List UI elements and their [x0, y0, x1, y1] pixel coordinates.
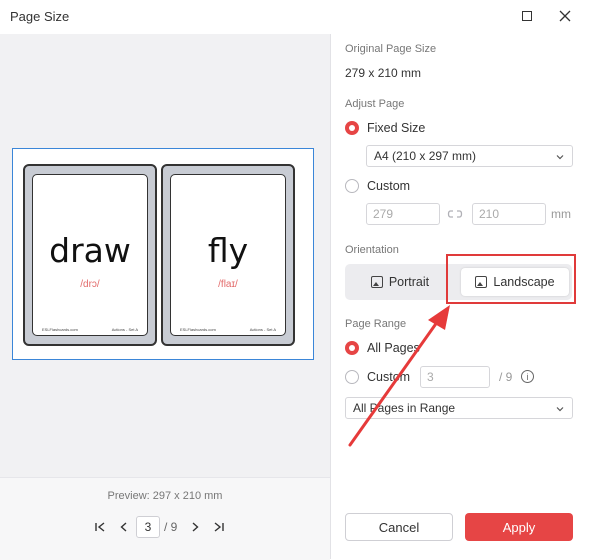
- custom-width-input[interactable]: 279: [366, 203, 440, 225]
- adjust-page-label: Adjust Page: [345, 98, 405, 110]
- first-page-icon: [95, 522, 105, 532]
- x-icon: [559, 10, 571, 22]
- flashcard-face: fly /flaɪ/ ESLFlashcards.com Actions - S…: [170, 174, 286, 336]
- flashcard-word: draw: [49, 231, 131, 270]
- apply-button[interactable]: Apply: [465, 513, 573, 541]
- flashcard-ipa: /flaɪ/: [218, 279, 238, 290]
- chevron-left-icon: [120, 522, 127, 532]
- last-page-button[interactable]: [207, 516, 231, 538]
- original-size-value: 279 x 210 mm: [345, 66, 422, 80]
- info-icon[interactable]: i: [521, 370, 534, 383]
- image-icon: [370, 276, 383, 288]
- portrait-label: Portrait: [388, 275, 430, 289]
- custom-range-input[interactable]: 3: [420, 366, 490, 388]
- page-subset-select[interactable]: All Pages in Range: [345, 397, 573, 419]
- all-pages-radio[interactable]: [345, 341, 359, 355]
- title-bar: Page Size: [0, 0, 589, 34]
- first-page-button[interactable]: [88, 516, 112, 538]
- flashcard: fly /flaɪ/ ESLFlashcards.com Actions - S…: [161, 164, 295, 346]
- custom-height-input[interactable]: 210: [472, 203, 546, 225]
- preview-size-label: Preview: 297 x 210 mm: [107, 490, 223, 502]
- custom-size-label[interactable]: Custom: [367, 179, 410, 193]
- fixed-size-radio[interactable]: [345, 121, 359, 135]
- page-range-label: Page Range: [345, 318, 407, 330]
- last-page-icon: [214, 522, 225, 532]
- unit-label: mm: [551, 207, 571, 221]
- page-preview: draw /drɔ/ ESLFlashcards.com Actions - S…: [12, 148, 314, 360]
- annotation-highlight-box: [446, 254, 576, 304]
- window-title: Page Size: [10, 9, 70, 24]
- fixed-size-select[interactable]: A4 (210 x 297 mm): [366, 145, 573, 167]
- fixed-size-label[interactable]: Fixed Size: [367, 121, 425, 135]
- chevron-down-icon: [556, 155, 564, 160]
- flashcard: draw /drɔ/ ESLFlashcards.com Actions - S…: [23, 164, 157, 346]
- prev-page-button[interactable]: [112, 516, 136, 538]
- chevron-right-icon: [192, 522, 199, 532]
- flashcard-footer-right: Actions - Set A: [111, 327, 138, 332]
- square-icon: [522, 11, 532, 21]
- flashcard-footer-right: Actions - Set A: [249, 327, 276, 332]
- flashcard-footer-left: ESLFlashcards.com: [180, 327, 216, 332]
- custom-range-radio[interactable]: [345, 370, 359, 384]
- original-size-label: Original Page Size: [345, 43, 437, 55]
- orientation-label: Orientation: [345, 244, 399, 256]
- all-pages-label[interactable]: All Pages: [367, 341, 420, 355]
- flashcard-ipa: /drɔ/: [80, 279, 100, 290]
- page-total: / 9: [164, 520, 178, 534]
- close-button[interactable]: [552, 4, 578, 28]
- custom-range-total: / 9: [499, 370, 513, 384]
- custom-size-radio[interactable]: [345, 179, 359, 193]
- custom-range-label[interactable]: Custom: [367, 370, 410, 384]
- fixed-size-value: A4 (210 x 297 mm): [374, 149, 477, 163]
- page-navigator: 3 / 9: [88, 516, 231, 538]
- flashcard-face: draw /drɔ/ ESLFlashcards.com Actions - S…: [32, 174, 148, 336]
- flashcard-word: fly: [207, 231, 249, 270]
- maximize-button[interactable]: [514, 4, 540, 28]
- flashcard-footer-left: ESLFlashcards.com: [42, 327, 78, 332]
- portrait-option[interactable]: Portrait: [349, 268, 451, 296]
- page-number-input[interactable]: 3: [136, 516, 160, 538]
- next-page-button[interactable]: [183, 516, 207, 538]
- link-icon[interactable]: [447, 207, 463, 221]
- chevron-down-icon: [556, 407, 564, 412]
- cancel-button[interactable]: Cancel: [345, 513, 453, 541]
- page-subset-value: All Pages in Range: [353, 401, 456, 415]
